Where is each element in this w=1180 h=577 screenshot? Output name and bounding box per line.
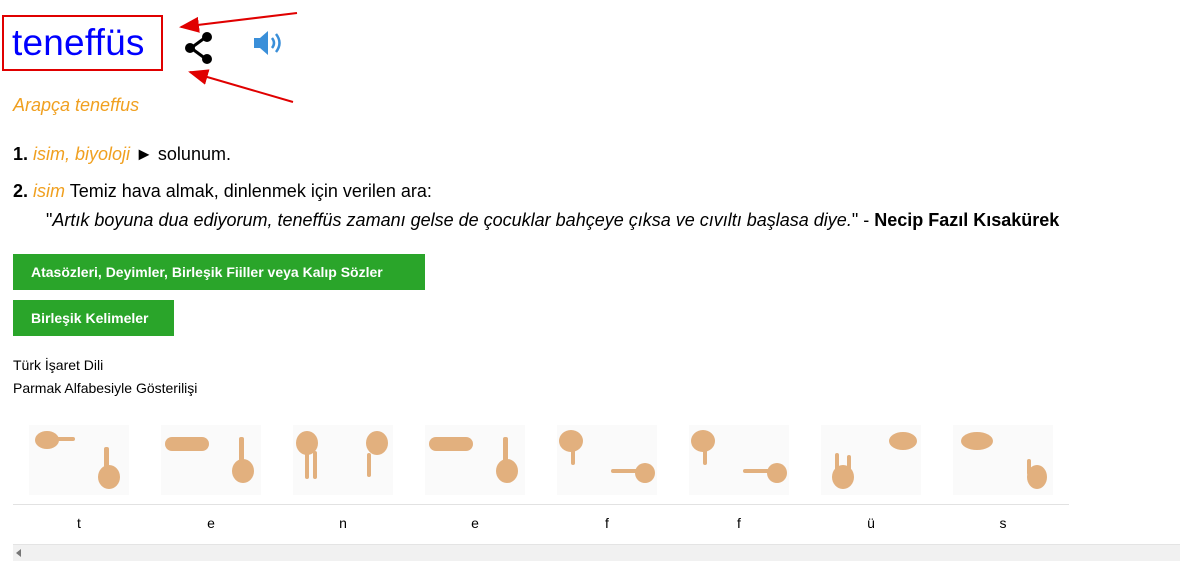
sign-cell: e xyxy=(409,425,541,545)
hand-sign-icon xyxy=(953,425,1053,495)
hand-sign-icon xyxy=(161,425,261,495)
definition-tags: isim, biyoloji xyxy=(33,144,131,164)
sign-cell: n xyxy=(277,425,409,545)
hand-sign-icon xyxy=(557,425,657,495)
definition-2: 2. isim Temiz hava almak, dinlenmek için… xyxy=(13,180,432,202)
hand-sign-icon xyxy=(425,425,525,495)
sign-letter: e xyxy=(471,515,479,531)
hand-sign-icon xyxy=(293,425,393,495)
divider xyxy=(13,504,1069,505)
scroll-left-arrow-icon[interactable] xyxy=(16,549,21,557)
sign-cell: f xyxy=(673,425,805,545)
sign-letter: t xyxy=(77,515,81,531)
definition-text: Temiz hava almak, dinlenmek için verilen… xyxy=(69,181,432,201)
sign-cell: f xyxy=(541,425,673,545)
sign-cell: e xyxy=(145,425,277,545)
sign-letter: ü xyxy=(867,515,875,531)
sign-cell: ü xyxy=(805,425,937,545)
arrow-marker: ► xyxy=(135,144,153,164)
etymology: Arapça teneffus xyxy=(13,95,140,115)
quote-text: Artık boyuna dua ediyorum, teneffüs zama… xyxy=(52,210,852,230)
sign-letter: f xyxy=(737,515,741,531)
sign-letter: s xyxy=(999,515,1007,531)
sign-language-title: Türk İşaret Dili xyxy=(13,357,104,373)
hand-sign-icon xyxy=(689,425,789,495)
example-quote: "Artık boyuna dua ediyorum, teneffüs zam… xyxy=(46,209,1059,231)
compound-words-button[interactable]: Birleşik Kelimeler xyxy=(13,300,174,336)
definition-number: 1. xyxy=(13,144,29,164)
fingerspelling-strip: teneffüs xyxy=(13,425,1069,545)
sign-letter: e xyxy=(207,515,215,531)
definition-1: 1. isim, biyoloji ► solunum. xyxy=(13,143,231,165)
sign-letter: f xyxy=(605,515,609,531)
hand-sign-icon xyxy=(821,425,921,495)
quote-close: " - xyxy=(851,210,875,230)
hand-sign-icon xyxy=(29,425,129,495)
sign-letter: n xyxy=(339,515,347,531)
definition-tags: isim xyxy=(33,181,66,201)
quote-author: Necip Fazıl Kısakürek xyxy=(874,210,1060,230)
horizontal-scrollbar[interactable] xyxy=(13,544,1180,561)
headword: teneffüs xyxy=(12,22,145,63)
sign-cell: t xyxy=(13,425,145,545)
share-icon[interactable] xyxy=(183,30,215,66)
definition-text[interactable]: solunum. xyxy=(158,144,231,164)
sign-language-subtitle: Parmak Alfabesiyle Gösterilişi xyxy=(13,380,198,396)
idioms-button[interactable]: Atasözleri, Deyimler, Birleşik Fiiller v… xyxy=(13,254,425,290)
definition-number: 2. xyxy=(13,181,29,201)
speaker-icon[interactable] xyxy=(251,29,287,57)
sign-cell: s xyxy=(937,425,1069,545)
